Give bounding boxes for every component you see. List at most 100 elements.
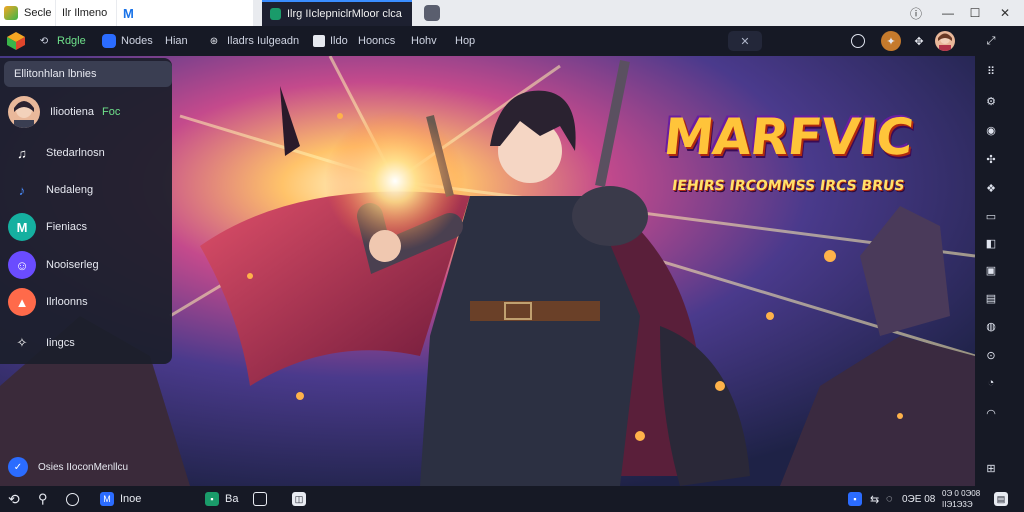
volume-icon[interactable]: ◔ [979, 373, 1003, 393]
toolbar-label: Hooncs [358, 35, 396, 47]
menu-footer[interactable]: ✓ Osies IIoconMenllcu [8, 456, 128, 478]
folder-icon[interactable]: ▣ [979, 260, 1003, 280]
wifi-icon: ◌ [886, 493, 893, 505]
menu-profile[interactable]: Iliootiena Foc [8, 96, 168, 128]
close-button[interactable]: ✕ [994, 3, 1016, 23]
m-logo-icon: M [8, 213, 36, 241]
status-date-top: 0Э 0 0Э08 [942, 489, 981, 498]
search-icon[interactable]: ✕ [728, 31, 762, 51]
home-icon [66, 492, 79, 506]
profile-name: Iliootiena [50, 106, 95, 118]
book-icon[interactable]: ◫ [292, 489, 312, 509]
toolbar-item-globe[interactable]: ⊛ Iladrs Iulgeadn [206, 30, 299, 52]
menu-item-label: Nooiserleg [46, 259, 99, 271]
gift-icon[interactable]: ✦ [881, 31, 901, 51]
emulator-logo-icon[interactable] [6, 31, 26, 51]
toolbar-label: Hohv [411, 35, 437, 47]
toolbar-label: Hop [455, 35, 476, 47]
recents-button[interactable] [253, 489, 273, 509]
maximize-button[interactable]: ☐ [964, 3, 986, 23]
toolbar-item-home[interactable]: ⟲ Rdgle [36, 30, 86, 52]
toolbar-label: Nodes [121, 35, 153, 47]
toolbar-item-hooncs[interactable]: Hooncs [358, 30, 395, 52]
camera-icon[interactable]: ◉ [979, 120, 1003, 140]
tab-label: Secle [24, 7, 52, 19]
record-icon[interactable]: ▭ [979, 206, 1003, 226]
app-icon: ▪ [848, 492, 862, 506]
toolbar-item-hian[interactable]: Hian [165, 30, 188, 52]
tab-emulator[interactable]: Ilrg IIclepniclrMloor clca [262, 0, 412, 26]
music-note-icon: ♫ [17, 145, 27, 161]
window-icon [313, 35, 325, 47]
status-date: 0Э 0 0Э08 IIЭ1Э3Э [942, 488, 980, 510]
gamepad-icon[interactable]: ✥ [909, 31, 929, 51]
nav-app-ba[interactable]: ▪ Ba [205, 489, 238, 509]
menu-item-ilrloonns[interactable]: ▲ Ilrloonns [8, 287, 168, 317]
avatar[interactable] [935, 31, 955, 51]
menu-item-nooiserleg[interactable]: ☺ Nooiserleg [8, 250, 168, 280]
menu-item-stedarlnosn[interactable]: ♫ Stedarlnosn [8, 138, 168, 168]
help-icon[interactable] [851, 34, 865, 48]
nodes-icon [102, 34, 116, 48]
nav-app-label: Ba [225, 493, 239, 505]
music-note-icon: ♪ [18, 182, 26, 198]
notifications-button[interactable]: ▤ [994, 489, 1014, 509]
nav-app-inoe[interactable]: M Inoe [100, 489, 141, 509]
toolbar-label: Iladrs Iulgeadn [227, 35, 300, 47]
toolbar-label: Hian [165, 35, 188, 47]
tab-ilr-ilmeno[interactable]: Ilr Ilmeno [56, 0, 116, 26]
network-icon: ⇆ [870, 493, 880, 506]
new-tab-icon[interactable] [424, 5, 440, 21]
toolbar-label: Ildo [330, 35, 348, 47]
sparkle-icon: ✧ [16, 335, 28, 350]
menu-item-label: Iingcs [46, 337, 75, 349]
toolbar-item-ildo[interactable]: Ildo [313, 30, 348, 52]
nav-app-label: Inoe [120, 493, 142, 505]
menu-item-nedaleng[interactable]: ♪ Nedaleng [8, 175, 168, 205]
menu-item-label: Fieniacs [46, 221, 87, 233]
app-icon: ▪ [205, 492, 219, 506]
location-icon[interactable]: ⊙ [979, 345, 1003, 365]
toolbar-item-hohv[interactable]: Hohv [411, 30, 437, 52]
menu-item-fieniacs[interactable]: M Fieniacs [8, 212, 168, 242]
globe-icon: ⊛ [209, 35, 219, 47]
expand-icon[interactable]: ⤢ [981, 31, 1001, 51]
info-button[interactable]: ⓘ [905, 3, 927, 23]
menu-item-label: Ilrloonns [46, 296, 88, 308]
eco-mode-icon[interactable]: ◠ [979, 403, 1003, 423]
app-toolbar [0, 26, 1024, 56]
fullscreen-icon[interactable]: ⊞ [979, 458, 1003, 478]
menu-item-iingcs[interactable]: ✧ Iingcs [8, 328, 168, 358]
game-logo-subtitle: IEHIRS IRCOMMSS IRCS BRUS [670, 178, 906, 194]
tab-label: Ilr Ilmeno [62, 7, 108, 19]
profile-badge: Foc [102, 106, 121, 118]
m-logo-icon: M [100, 492, 114, 506]
rotate-icon[interactable]: ▤ [979, 288, 1003, 308]
search-icon[interactable]: ⚲ [38, 489, 48, 509]
gamepad-icon[interactable]: ✣ [979, 149, 1003, 169]
app-icon [4, 6, 18, 20]
toolbar-item-nodes[interactable]: Nodes [102, 30, 153, 52]
back-button[interactable]: ⟲ [8, 489, 20, 509]
menu-item-label: Nedaleng [46, 184, 94, 196]
status-app-icon[interactable]: ▪ [848, 489, 868, 509]
toolbar-item-hop[interactable]: Hop [455, 30, 475, 52]
menu-header-label: Ellitonhlan lbnies [14, 68, 97, 80]
shake-icon[interactable]: ◍ [979, 316, 1003, 336]
map-icon: ▲ [8, 288, 36, 316]
settings-icon[interactable]: ⚙ [979, 91, 1003, 111]
toolbar-label: Rdgle [57, 35, 86, 47]
screenshot-icon[interactable]: ◧ [979, 233, 1003, 253]
tab-label: Ilrg IIclepniclrMloor clca [287, 8, 402, 20]
keyboard-icon[interactable]: ⠿ [979, 61, 1003, 81]
menu-item-label: Stedarlnosn [46, 147, 105, 159]
book-icon: ◫ [292, 492, 306, 506]
notification-icon: ▤ [994, 492, 1008, 506]
tab-m[interactable]: M [117, 0, 253, 26]
m-logo-icon: M [123, 5, 134, 21]
tab-secle[interactable]: Secle [0, 0, 55, 26]
multi-instance-icon[interactable]: ❖ [979, 178, 1003, 198]
minimize-button[interactable]: — [937, 3, 959, 23]
home-button[interactable] [66, 489, 79, 509]
menu-header[interactable]: Ellitonhlan lbnies [4, 61, 172, 87]
